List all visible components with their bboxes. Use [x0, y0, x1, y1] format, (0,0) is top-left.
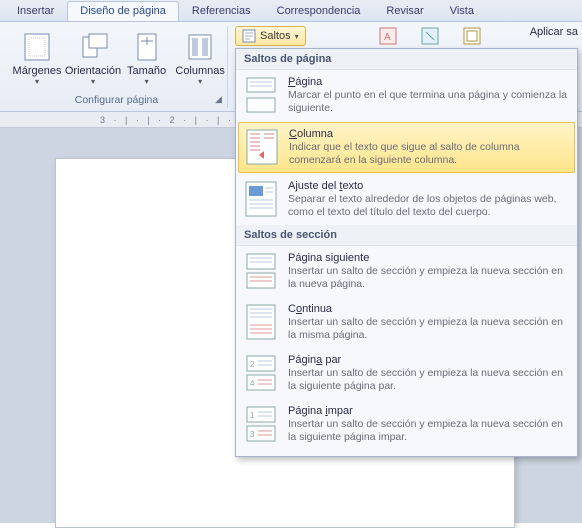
- chevron-down-icon: ▾: [295, 32, 299, 41]
- item-desc: Insertar un salto de sección y empieza l…: [288, 265, 569, 291]
- column-break-icon: [245, 128, 279, 166]
- orientacion-label: Orientación: [65, 65, 121, 77]
- svg-text:A: A: [384, 32, 391, 43]
- orientation-icon: [77, 31, 109, 63]
- dropdown-header-pagina: Saltos de página: [236, 49, 577, 70]
- saltos-button[interactable]: Saltos ▾: [235, 26, 306, 46]
- item-desc: Marcar el punto en el que termina una pá…: [288, 89, 569, 115]
- svg-text:3: 3: [250, 430, 255, 439]
- chevron-down-icon: ▾: [91, 77, 95, 86]
- item-title: Página: [288, 76, 569, 88]
- page-break-icon: [244, 76, 278, 114]
- ribbon-tabs: Insertar Diseño de página Referencias Co…: [0, 0, 582, 22]
- ribbon-extra-icons: A: [378, 26, 482, 46]
- item-desc: Separar el texto alrededor de los objeto…: [288, 193, 569, 219]
- svg-text:1: 1: [250, 411, 255, 420]
- chevron-down-icon: ▾: [145, 77, 149, 86]
- item-desc: Insertar un salto de sección y empieza l…: [288, 316, 569, 342]
- item-title: Continua: [288, 303, 569, 315]
- item-desc: Indicar que el texto que sigue al salto …: [289, 141, 568, 167]
- item-title: Página par: [288, 354, 569, 366]
- size-icon: [131, 31, 163, 63]
- tab-insertar[interactable]: Insertar: [4, 1, 67, 21]
- aplicar-label: Aplicar sa: [530, 26, 578, 38]
- saltos-dropdown: Saltos de página Página Marcar el punto …: [235, 48, 578, 457]
- dropdown-header-seccion: Saltos de sección: [236, 225, 577, 246]
- orientacion-button[interactable]: Orientación ▾: [66, 26, 120, 89]
- odd-page-section-icon: 13: [244, 405, 278, 443]
- menu-item-ajuste-texto[interactable]: Ajuste del texto Separar el texto alrede…: [236, 174, 577, 225]
- text-wrap-icon: [244, 180, 278, 218]
- next-page-section-icon: [244, 252, 278, 290]
- menu-item-pagina[interactable]: Página Marcar el punto en el que termina…: [236, 70, 577, 121]
- page-borders-icon[interactable]: [462, 26, 482, 46]
- menu-item-pagina-siguiente[interactable]: Página siguiente Insertar un salto de se…: [236, 246, 577, 297]
- tamano-label: Tamaño: [127, 65, 166, 77]
- tab-correspondencia[interactable]: Correspondencia: [264, 1, 374, 21]
- margenes-button[interactable]: Márgenes ▾: [10, 26, 64, 89]
- columnas-label: Columnas: [175, 65, 225, 77]
- menu-item-pagina-impar[interactable]: 13 Página impar Insertar un salto de sec…: [236, 399, 577, 450]
- breaks-icon: [242, 29, 256, 43]
- columns-icon: [184, 31, 216, 63]
- page-color-icon[interactable]: [420, 26, 440, 46]
- item-title: Página siguiente: [288, 252, 569, 264]
- tab-vista[interactable]: Vista: [437, 1, 487, 21]
- tab-diseno-pagina[interactable]: Diseño de página: [67, 1, 179, 21]
- group-configurar-pagina: Márgenes ▾ Orientación ▾ Tamaño ▾: [6, 26, 228, 108]
- margenes-label: Márgenes: [13, 65, 62, 77]
- tamano-button[interactable]: Tamaño ▾: [122, 26, 171, 89]
- margins-icon: [21, 31, 53, 63]
- even-page-section-icon: 24: [244, 354, 278, 392]
- chevron-down-icon: ▾: [198, 77, 202, 86]
- svg-text:4: 4: [250, 379, 255, 388]
- menu-item-columna[interactable]: Columna Indicar que el texto que sigue a…: [238, 122, 575, 173]
- item-title: Columna: [289, 128, 568, 140]
- item-title: Página impar: [288, 405, 569, 417]
- group-label: Configurar página: [6, 94, 227, 106]
- item-desc: Insertar un salto de sección y empieza l…: [288, 367, 569, 393]
- item-title: Ajuste del texto: [288, 180, 569, 192]
- tab-referencias[interactable]: Referencias: [179, 1, 264, 21]
- menu-item-continua[interactable]: Continua Insertar un salto de sección y …: [236, 297, 577, 348]
- columnas-button[interactable]: Columnas ▾: [173, 26, 227, 89]
- dialog-launcher-icon[interactable]: ◢: [215, 94, 225, 104]
- saltos-label: Saltos: [260, 30, 291, 42]
- watermark-icon[interactable]: A: [378, 26, 398, 46]
- continuous-section-icon: [244, 303, 278, 341]
- chevron-down-icon: ▾: [35, 77, 39, 86]
- item-desc: Insertar un salto de sección y empieza l…: [288, 418, 569, 444]
- tab-revisar[interactable]: Revisar: [373, 1, 436, 21]
- svg-text:2: 2: [250, 360, 255, 369]
- menu-item-pagina-par[interactable]: 24 Página par Insertar un salto de secci…: [236, 348, 577, 399]
